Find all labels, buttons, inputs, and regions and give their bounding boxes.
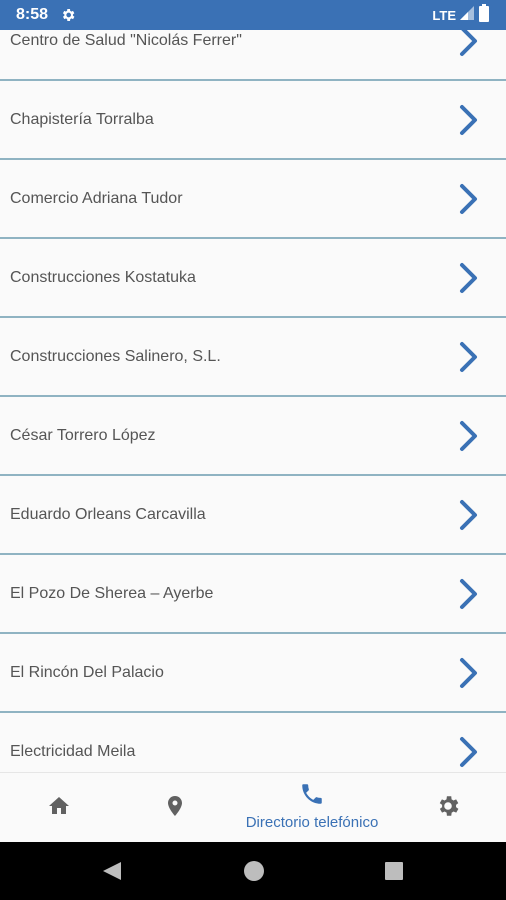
list-item[interactable]: El Pozo De Sherea – Ayerbe xyxy=(0,555,506,634)
settings-notification-icon xyxy=(60,7,76,23)
list-item-label: Eduardo Orleans Carcavilla xyxy=(10,505,206,523)
nav-places[interactable] xyxy=(145,773,205,843)
list-item-label: Chapistería Torralba xyxy=(10,110,154,128)
status-time: 8:58 xyxy=(16,6,49,23)
chevron-right-icon xyxy=(458,341,480,373)
list-item-label: El Rincón Del Palacio xyxy=(10,663,164,681)
list-item[interactable]: César Torrero López xyxy=(0,397,506,476)
phone-icon xyxy=(299,781,325,812)
chevron-right-icon xyxy=(458,578,480,610)
list-item[interactable]: Construcciones Salinero, S.L. xyxy=(0,318,506,397)
list-item-label: Electricidad Meila xyxy=(10,742,136,760)
list-item[interactable]: Construcciones Kostatuka xyxy=(0,239,506,318)
list-item[interactable]: Chapistería Torralba xyxy=(0,81,506,160)
list-item-label: Construcciones Kostatuka xyxy=(10,268,196,286)
status-indicators: LTE xyxy=(432,3,490,27)
nav-directory-label: Directorio telefónico xyxy=(245,814,379,831)
location-pin-icon xyxy=(163,793,187,824)
bottom-navigation: Directorio telefónico xyxy=(0,772,506,842)
home-circle-icon[interactable] xyxy=(243,860,265,887)
list-item[interactable]: Electricidad Meila xyxy=(0,713,506,772)
list-item-label: El Pozo De Sherea – Ayerbe xyxy=(10,584,214,602)
chevron-right-icon xyxy=(458,262,480,294)
nav-home[interactable] xyxy=(29,773,89,843)
battery-icon xyxy=(478,3,490,27)
directory-list[interactable]: Centro de Salud "Nicolás Ferrer" Chapiste… xyxy=(0,30,506,772)
chevron-right-icon xyxy=(458,104,480,136)
status-bar: 8:58 LTE xyxy=(0,0,506,30)
gear-icon xyxy=(435,793,461,824)
home-icon xyxy=(46,794,72,823)
chevron-right-icon xyxy=(458,657,480,689)
chevron-right-icon xyxy=(458,183,480,215)
signal-icon xyxy=(460,5,474,25)
directory-list-inner: Centro de Salud "Nicolás Ferrer" Chapiste… xyxy=(0,30,506,772)
chevron-right-icon xyxy=(458,30,480,57)
chevron-right-icon xyxy=(458,420,480,452)
list-item-label: César Torrero López xyxy=(10,426,156,444)
network-type: LTE xyxy=(432,7,456,23)
nav-settings[interactable] xyxy=(418,773,478,843)
list-item[interactable]: Eduardo Orleans Carcavilla xyxy=(0,476,506,555)
list-item[interactable]: Centro de Salud "Nicolás Ferrer" xyxy=(0,30,506,81)
chevron-right-icon xyxy=(458,736,480,768)
list-item-label: Comercio Adriana Tudor xyxy=(10,189,183,207)
nav-directory[interactable]: Directorio telefónico xyxy=(222,771,402,841)
list-item-label: Construcciones Salinero, S.L. xyxy=(10,347,221,365)
recents-icon[interactable] xyxy=(383,860,405,887)
list-item-label: Centro de Salud "Nicolás Ferrer" xyxy=(10,31,242,49)
system-navigation-bar xyxy=(0,842,506,900)
chevron-right-icon xyxy=(458,499,480,531)
list-item[interactable]: Comercio Adriana Tudor xyxy=(0,160,506,239)
list-item[interactable]: El Rincón Del Palacio xyxy=(0,634,506,713)
back-icon[interactable] xyxy=(101,860,123,887)
